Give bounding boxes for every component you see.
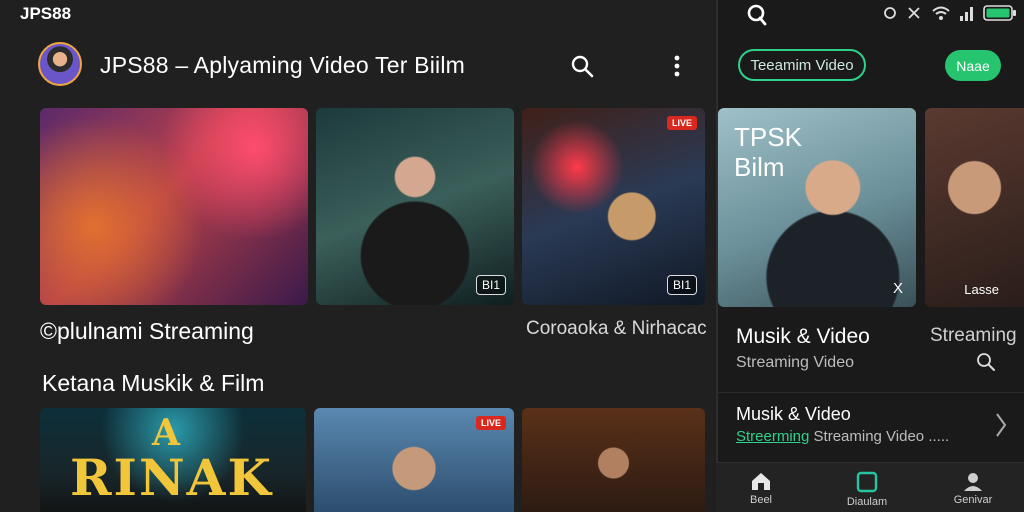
avatar[interactable] bbox=[38, 42, 82, 86]
search-icon bbox=[977, 353, 995, 371]
vibrate-icon bbox=[908, 7, 920, 19]
status-app-name: JPS88 bbox=[20, 4, 72, 23]
chevron-right-icon[interactable] bbox=[994, 410, 1008, 440]
nav-label-profile: Genivar bbox=[953, 494, 993, 506]
poster-title: RINAK bbox=[70, 448, 273, 507]
nav-item-profile[interactable]: Genivar bbox=[928, 470, 1018, 512]
wifi-icon bbox=[932, 6, 950, 20]
quality-badge: BI1 bbox=[666, 275, 697, 295]
feature-title[interactable]: Musik & Video bbox=[736, 325, 870, 349]
side-card-search-button[interactable] bbox=[976, 352, 996, 372]
system-status-icons bbox=[883, 4, 1017, 22]
profile-icon bbox=[964, 473, 982, 491]
video-thumbnail-band[interactable] bbox=[522, 408, 705, 512]
home-icon bbox=[752, 473, 770, 490]
feature-overlay-line2: Bilm bbox=[734, 152, 785, 182]
search-button[interactable] bbox=[566, 50, 598, 82]
more-menu-button[interactable] bbox=[664, 50, 690, 82]
side-card-thumbnail[interactable]: Lasse bbox=[925, 108, 1024, 307]
section-title: Ketana Muskik & Film bbox=[42, 370, 265, 396]
feature-badge: X bbox=[892, 280, 903, 297]
search-icon bbox=[571, 55, 594, 78]
signal-icon bbox=[960, 7, 973, 21]
list-item-subtitle-rest: Streaming Video ..... bbox=[809, 428, 950, 445]
feature-overlay-line1: TPSK bbox=[734, 122, 802, 152]
nav-item-home[interactable]: Beel bbox=[716, 470, 806, 512]
nav-label-library: Diaulam bbox=[846, 496, 888, 508]
battery-icon bbox=[983, 5, 1016, 21]
video-thumbnail-concert[interactable] bbox=[40, 108, 308, 305]
feature-overlay-title: TPSK Bilm bbox=[734, 122, 802, 182]
list-item-link[interactable]: Streerming bbox=[736, 428, 809, 445]
nav-item-library[interactable]: Diaulam bbox=[822, 470, 912, 512]
row-caption-right[interactable]: Coroaoka & Nirhacac bbox=[526, 318, 707, 340]
alarm-icon bbox=[884, 7, 896, 19]
action-button[interactable]: Naae bbox=[945, 50, 1001, 81]
list-item[interactable] bbox=[716, 392, 1024, 458]
square-icon bbox=[856, 471, 878, 493]
live-badge: LIVE bbox=[475, 416, 506, 430]
stream-video-tab[interactable]: Teeamim Video bbox=[738, 49, 866, 81]
side-card-badge: Lasse bbox=[964, 282, 999, 297]
panel-search-button[interactable] bbox=[744, 2, 770, 28]
feature-thumbnail[interactable]: TPSK Bilm X bbox=[718, 108, 916, 307]
page-title: JPS88 – Aplyaming Video Ter Biilm bbox=[100, 52, 465, 78]
live-badge: LIVE bbox=[666, 116, 697, 130]
nav-label-home: Beel bbox=[749, 494, 773, 506]
side-card-title[interactable]: Streaming bbox=[930, 325, 1017, 347]
list-item-subtitle: Streerming Streaming Video ..... bbox=[736, 428, 949, 445]
row-caption-streaming[interactable]: ©plulnami Streaming bbox=[40, 318, 254, 345]
video-thumbnail-performer[interactable]: LIVE bbox=[314, 408, 514, 512]
video-thumbnail-poster[interactable]: A RINAK bbox=[40, 408, 306, 512]
list-item-title: Musik & Video bbox=[736, 404, 851, 424]
search-icon bbox=[747, 4, 767, 26]
quality-badge: BI1 bbox=[475, 275, 506, 295]
more-vertical-icon bbox=[674, 55, 680, 77]
video-thumbnail-singer[interactable]: BI1 bbox=[316, 108, 514, 305]
feature-subtitle: Streaming Video bbox=[736, 354, 854, 371]
video-thumbnail-guitarist[interactable]: LIVE BI1 bbox=[522, 108, 705, 305]
